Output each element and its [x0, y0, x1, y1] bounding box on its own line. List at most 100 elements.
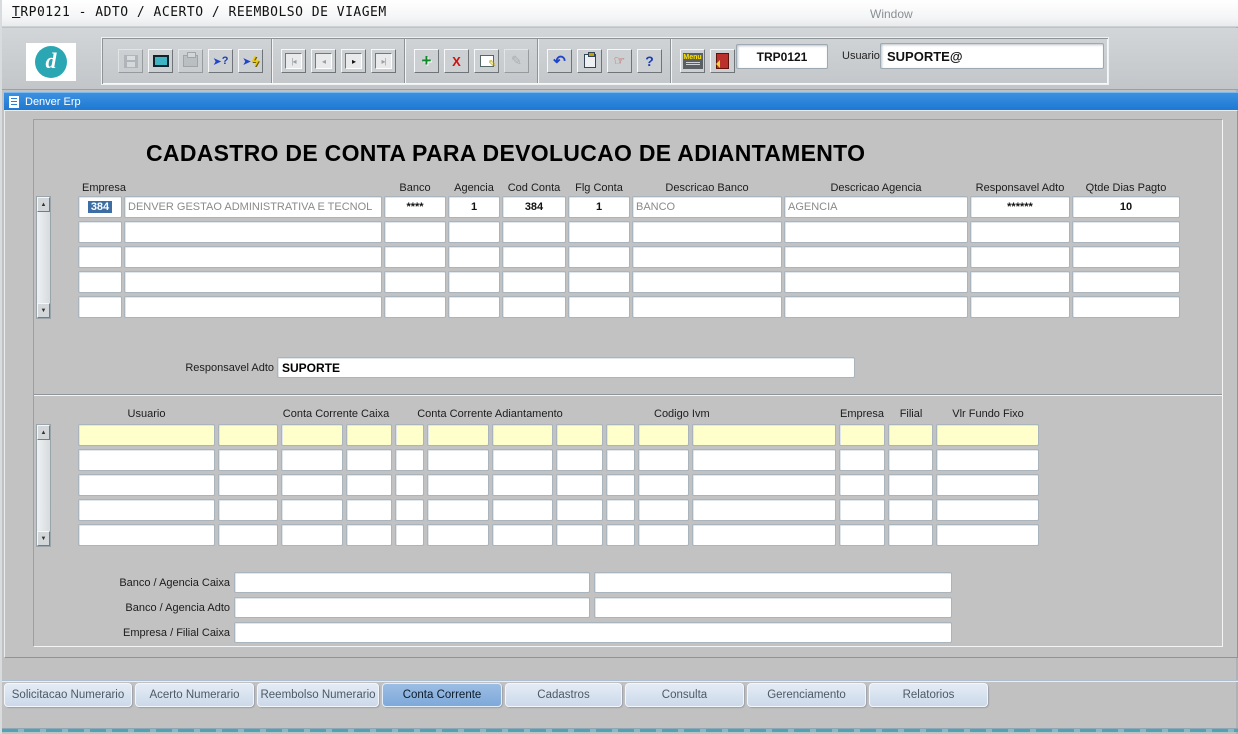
- t2-cell[interactable]: [492, 524, 553, 546]
- t1-qtde-dias-pagto[interactable]: 10: [1072, 196, 1180, 218]
- t1-cell[interactable]: [568, 271, 630, 293]
- mdi-titlebar[interactable]: Denver Erp: [4, 92, 1238, 110]
- t1-cell[interactable]: [384, 221, 446, 243]
- t1-cell[interactable]: [448, 246, 500, 268]
- t2-cell[interactable]: [395, 474, 424, 496]
- t2-cell[interactable]: [556, 524, 603, 546]
- t2-cell[interactable]: [492, 474, 553, 496]
- t2-cell[interactable]: [936, 499, 1039, 521]
- t2-cell[interactable]: [395, 424, 424, 446]
- delete-record-button[interactable]: X: [444, 49, 469, 73]
- t1-cell[interactable]: [1072, 271, 1180, 293]
- edit-record-button[interactable]: [474, 49, 499, 73]
- usuario-field[interactable]: SUPORTE@: [880, 43, 1104, 69]
- t2-cell[interactable]: [692, 499, 836, 521]
- t2-cell[interactable]: [839, 449, 885, 471]
- t2-cell[interactable]: [492, 424, 553, 446]
- t1-cell[interactable]: [970, 296, 1070, 318]
- t2-usuario[interactable]: [78, 424, 215, 446]
- tab-conta-corrente[interactable]: Conta Corrente: [382, 683, 502, 707]
- menu-window[interactable]: Window: [870, 7, 913, 21]
- t1-cell[interactable]: [502, 221, 566, 243]
- print-button[interactable]: [178, 49, 203, 73]
- t1-cell[interactable]: [632, 221, 782, 243]
- undo-button[interactable]: ↶: [547, 49, 572, 73]
- t1-descricao-agencia[interactable]: AGENCIA: [784, 196, 968, 218]
- t2-cell[interactable]: [78, 524, 215, 546]
- t1-cell[interactable]: [78, 271, 122, 293]
- t1-cod-conta[interactable]: 384: [502, 196, 566, 218]
- t2-cell[interactable]: [281, 474, 343, 496]
- execute-query-button[interactable]: ➤ ϟ: [238, 49, 263, 73]
- scroll-up-icon[interactable]: ▲: [37, 197, 50, 212]
- table2-scrollbar[interactable]: ▲ ▼: [36, 424, 51, 547]
- t1-cell[interactable]: [78, 296, 122, 318]
- t2-cell[interactable]: [839, 524, 885, 546]
- next-record-button[interactable]: ▸: [341, 49, 366, 73]
- t2-cell[interactable]: [638, 524, 689, 546]
- t2-cell[interactable]: [888, 524, 933, 546]
- t1-cell[interactable]: [124, 271, 382, 293]
- t2-cell[interactable]: [556, 474, 603, 496]
- first-record-button[interactable]: |◂: [281, 49, 306, 73]
- tab-relatorios[interactable]: Relatorios: [869, 683, 988, 707]
- t1-empresa-codigo[interactable]: 384: [78, 196, 122, 218]
- t2-cell[interactable]: [606, 424, 635, 446]
- t2-codigo-ivm[interactable]: [692, 424, 836, 446]
- commit-keys-button[interactable]: ☞: [607, 49, 632, 73]
- t1-cell[interactable]: [384, 246, 446, 268]
- t2-cell[interactable]: [218, 449, 278, 471]
- t2-cell[interactable]: [936, 474, 1039, 496]
- banco-adto-field[interactable]: [234, 597, 590, 618]
- insert-record-button[interactable]: +: [414, 49, 439, 73]
- enter-query-button[interactable]: ➤?: [208, 49, 233, 73]
- t1-flg-conta[interactable]: 1: [568, 196, 630, 218]
- t1-cell[interactable]: [568, 221, 630, 243]
- scroll-up-icon[interactable]: ▲: [37, 425, 50, 440]
- banco-caixa-field[interactable]: [234, 572, 590, 593]
- t1-cell[interactable]: [784, 221, 968, 243]
- t1-cell[interactable]: [632, 271, 782, 293]
- t1-empresa-nome[interactable]: DENVER GESTAO ADMINISTRATIVA E TECNOL: [124, 196, 382, 218]
- t1-agencia[interactable]: 1: [448, 196, 500, 218]
- clipboard-button[interactable]: [577, 49, 602, 73]
- t2-cell[interactable]: [888, 474, 933, 496]
- tab-acerto-numerario[interactable]: Acerto Numerario: [135, 683, 254, 707]
- t2-cell[interactable]: [281, 424, 343, 446]
- t2-cell[interactable]: [839, 474, 885, 496]
- t2-cell[interactable]: [346, 524, 392, 546]
- responsavel-adto-field[interactable]: SUPORTE: [277, 357, 855, 378]
- t1-cell[interactable]: [448, 296, 500, 318]
- t1-cell[interactable]: [448, 271, 500, 293]
- t1-cell[interactable]: [1072, 296, 1180, 318]
- save-button[interactable]: [118, 49, 143, 73]
- agencia-adto-field[interactable]: [594, 597, 952, 618]
- t2-cell[interactable]: [427, 449, 489, 471]
- t2-cell[interactable]: [218, 499, 278, 521]
- agencia-caixa-field[interactable]: [594, 572, 952, 593]
- last-record-button[interactable]: ▸|: [371, 49, 396, 73]
- t2-cell[interactable]: [281, 524, 343, 546]
- t1-cell[interactable]: [568, 246, 630, 268]
- t2-cell[interactable]: [346, 474, 392, 496]
- t1-cell[interactable]: [384, 271, 446, 293]
- t1-cell[interactable]: [78, 246, 122, 268]
- t1-cell[interactable]: [1072, 246, 1180, 268]
- scroll-down-icon[interactable]: ▼: [37, 531, 50, 546]
- t2-cell[interactable]: [556, 424, 603, 446]
- t2-cell[interactable]: [888, 499, 933, 521]
- table1-scrollbar[interactable]: ▲ ▼: [36, 196, 51, 319]
- t1-cell[interactable]: [970, 271, 1070, 293]
- t2-cell[interactable]: [427, 524, 489, 546]
- t1-cell[interactable]: [124, 221, 382, 243]
- t1-cell[interactable]: [970, 246, 1070, 268]
- t2-cell[interactable]: [281, 499, 343, 521]
- tab-cadastros[interactable]: Cadastros: [505, 683, 622, 707]
- program-code-field[interactable]: TRP0121: [736, 44, 828, 69]
- t2-cell[interactable]: [638, 449, 689, 471]
- t1-responsavel-adto[interactable]: ******: [970, 196, 1070, 218]
- t1-cell[interactable]: [632, 246, 782, 268]
- t2-cell[interactable]: [638, 474, 689, 496]
- t2-cell[interactable]: [218, 474, 278, 496]
- t2-cell[interactable]: [346, 424, 392, 446]
